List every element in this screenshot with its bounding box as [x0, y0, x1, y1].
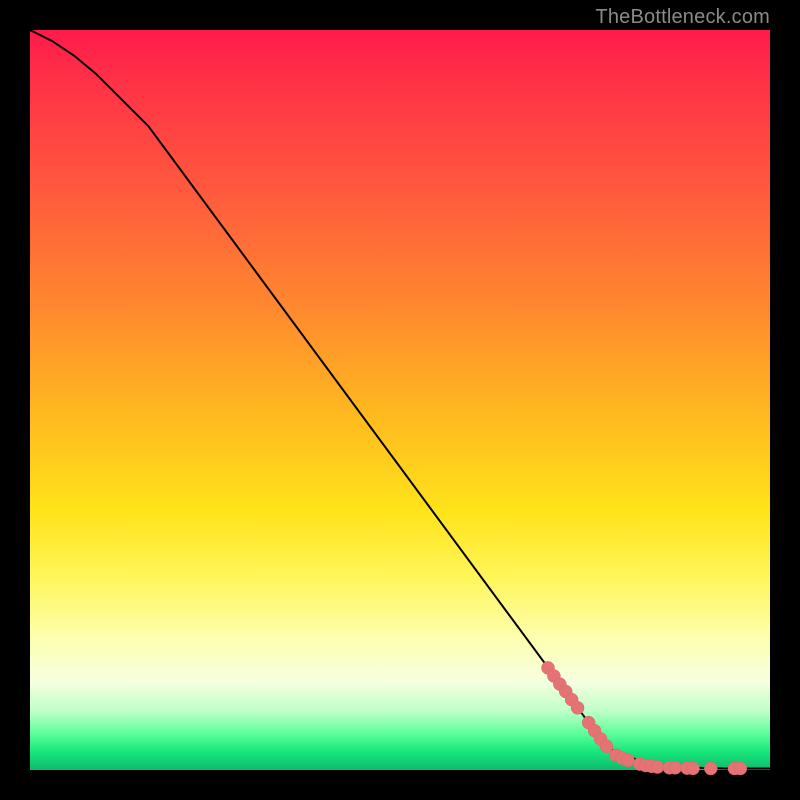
scatter-dot [651, 761, 664, 774]
scatter-dot [571, 701, 584, 714]
scatter-group [542, 661, 747, 775]
overlay-svg [30, 30, 770, 770]
scatter-dot [734, 762, 747, 775]
scatter-dot [687, 762, 700, 775]
scatter-dot [621, 754, 634, 767]
scatter-dot [669, 761, 682, 774]
watermark-text: TheBottleneck.com [595, 6, 770, 29]
chart-stage: TheBottleneck.com [0, 0, 800, 800]
data-curve [30, 30, 770, 769]
scatter-dot [704, 762, 717, 775]
